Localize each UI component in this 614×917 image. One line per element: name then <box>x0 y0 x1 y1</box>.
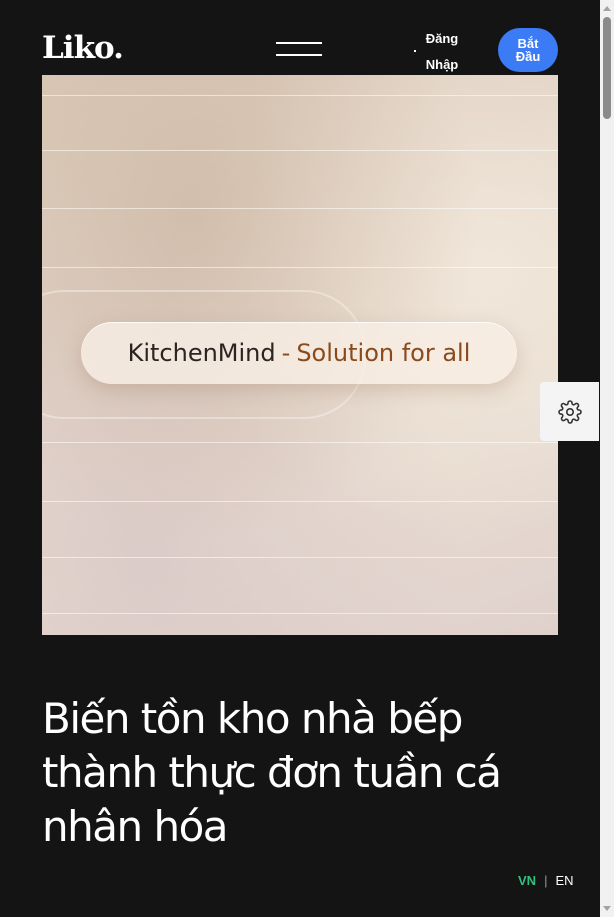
hero-stripe <box>42 95 558 96</box>
settings-button[interactable] <box>540 382 599 441</box>
hero-stripe <box>42 442 558 443</box>
start-button[interactable]: Bắt Đầu <box>498 28 558 72</box>
language-option-vn[interactable]: VN <box>518 872 536 890</box>
hero-stripe <box>42 267 558 268</box>
page: Liko. Đăng Nhập Bắt Đầu KitchenMind - So… <box>0 0 614 917</box>
gear-icon <box>557 399 582 424</box>
login-link[interactable]: Đăng Nhập <box>414 26 466 78</box>
page-headline: Biến tồn kho nhà bếp thành thực đơn tuần… <box>42 694 502 851</box>
logo[interactable]: Liko. <box>42 30 124 66</box>
hero-stripe <box>42 501 558 502</box>
hero-image: KitchenMind - Solution for all <box>42 75 558 635</box>
start-button-label: Bắt Đầu <box>515 36 541 64</box>
menu-button[interactable] <box>276 40 322 60</box>
hero-tagline: Solution for all <box>296 339 471 367</box>
hero-brand: KitchenMind <box>127 339 276 367</box>
scrollbar-thumb[interactable] <box>603 17 611 119</box>
hero-stripe <box>42 150 558 151</box>
scroll-up-icon[interactable] <box>603 6 611 11</box>
scrollbar[interactable] <box>600 0 614 917</box>
hero-badge: KitchenMind - Solution for all <box>81 322 517 384</box>
hamburger-icon-line <box>276 54 322 56</box>
hero-stripe <box>42 557 558 558</box>
language-option-en[interactable]: EN <box>555 872 573 890</box>
login-label: Đăng Nhập <box>425 31 459 72</box>
hero-stripe <box>42 208 558 209</box>
hero-separator: - <box>281 339 291 367</box>
hero-stripe <box>42 613 558 614</box>
hamburger-icon <box>276 42 322 44</box>
language-switch: VN | EN <box>518 872 574 890</box>
login-dot <box>414 50 416 52</box>
scroll-down-icon[interactable] <box>603 906 611 911</box>
language-divider: | <box>544 873 548 888</box>
